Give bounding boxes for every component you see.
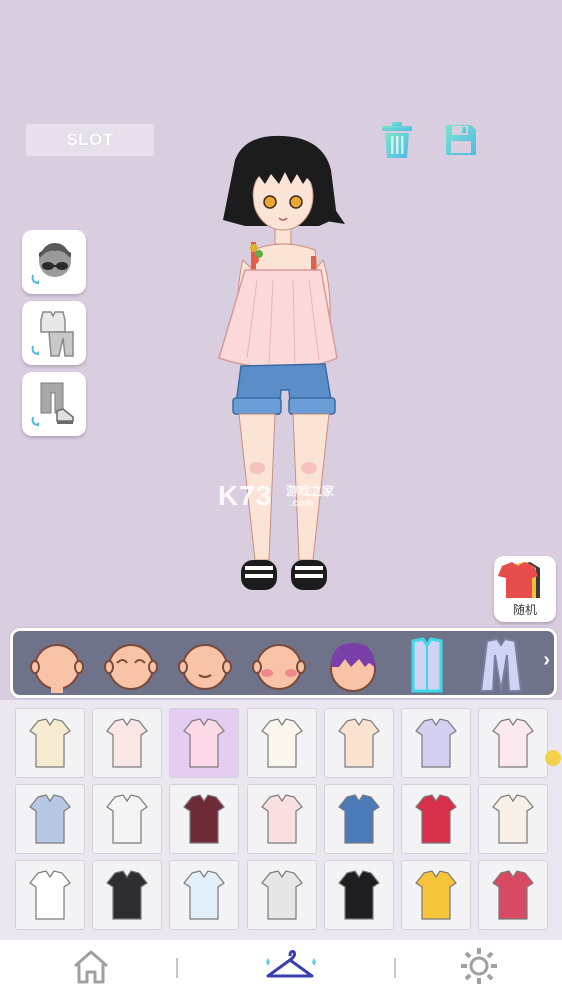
nav-divider: [394, 958, 396, 978]
black-vneck-icon: [338, 870, 380, 920]
watermark-domain: .com: [290, 498, 314, 509]
wardrobe-hanger-icon[interactable]: [260, 946, 320, 986]
item-grid: [0, 700, 562, 940]
item-lavender-halter[interactable]: [401, 708, 471, 778]
lace-camisole-icon: [183, 870, 225, 920]
red-tee-icon: [415, 794, 457, 844]
rainbow-crop-icon: [492, 794, 534, 844]
item-white-tee[interactable]: [15, 860, 85, 930]
white-collar-blouse-icon: [261, 718, 303, 768]
plaid-shirt-icon: [29, 794, 71, 844]
item-pink-collar-dress[interactable]: [247, 784, 317, 854]
heart-print-tee-icon: [492, 718, 534, 768]
accessory-toggle-button[interactable]: [22, 230, 86, 294]
burgundy-tank-icon: [183, 794, 225, 844]
gear-icon[interactable]: [454, 946, 504, 986]
bottom-nav: [0, 940, 562, 992]
category-tops[interactable]: [395, 635, 459, 695]
category-face-mouth[interactable]: [173, 635, 237, 695]
item-burgundy-tank[interactable]: [169, 784, 239, 854]
item-white-collar-blouse[interactable]: [247, 708, 317, 778]
nav-divider: [176, 958, 178, 978]
floral-crop-top-icon: [106, 718, 148, 768]
category-bar: ›: [10, 628, 557, 698]
yellow-tube-top-icon: [415, 870, 457, 920]
watermark-logo: K73: [218, 480, 273, 511]
save-icon[interactable]: [441, 120, 481, 160]
item-plaid-shirt[interactable]: [15, 784, 85, 854]
category-outerwear[interactable]: [469, 635, 533, 695]
item-rainbow-crop[interactable]: [478, 784, 548, 854]
item-black-bow-cardigan[interactable]: [92, 860, 162, 930]
item-pink-pleated-top[interactable]: [169, 708, 239, 778]
random-shirts-icon: [498, 562, 540, 598]
red-striped-shirt-icon: [492, 870, 534, 920]
category-face-eyes[interactable]: [99, 635, 163, 695]
pink-collar-dress-icon: [261, 794, 303, 844]
watermark: K73 游戏之家 .com: [218, 480, 334, 512]
trash-icon[interactable]: [377, 120, 417, 160]
white-tee-icon: [29, 870, 71, 920]
item-floral-crop-shirt[interactable]: [324, 708, 394, 778]
shirt-selected-icon: [411, 637, 443, 693]
item-striped-turtleneck[interactable]: [247, 860, 317, 930]
item-black-vneck[interactable]: [324, 860, 394, 930]
character-avatar: [218, 135, 345, 590]
coat-icon: [479, 637, 523, 692]
chevron-right-icon[interactable]: ›: [543, 649, 550, 672]
dress-up-stage: SLOT K73 游戏之家 .com 随机: [0, 0, 562, 630]
item-floral-crop-top[interactable]: [92, 708, 162, 778]
item-cream-dress[interactable]: [15, 708, 85, 778]
black-bow-cardigan-icon: [106, 870, 148, 920]
hair-icon: [330, 643, 376, 692]
glasses-head-icon: [31, 243, 71, 284]
slot-button[interactable]: SLOT: [26, 124, 154, 156]
home-icon[interactable]: [66, 946, 116, 986]
status-badge: [545, 750, 561, 766]
item-yellow-tube-top[interactable]: [401, 860, 471, 930]
random-label: 随机: [512, 603, 537, 617]
floral-crop-shirt-icon: [338, 718, 380, 768]
category-face-base[interactable]: [25, 635, 89, 695]
face-blush-icon: [252, 644, 306, 690]
item-red-tee[interactable]: [401, 784, 471, 854]
pants-shoes-icon: [31, 382, 74, 426]
category-hair[interactable]: [321, 635, 385, 695]
lavender-halter-icon: [415, 718, 457, 768]
item-heart-print-tee[interactable]: [478, 708, 548, 778]
striped-tank-icon: [338, 794, 380, 844]
item-bow-sailor-shirt[interactable]: [92, 784, 162, 854]
face-base-icon: [30, 644, 84, 693]
random-button[interactable]: 随机: [494, 556, 556, 622]
watermark-site: 游戏之家: [286, 484, 335, 498]
category-face-blush[interactable]: [247, 635, 311, 695]
item-red-striped-shirt[interactable]: [478, 860, 548, 930]
outfit-toggle-button[interactable]: [22, 301, 86, 365]
item-striped-tank[interactable]: [324, 784, 394, 854]
cream-dress-icon: [29, 718, 71, 768]
pink-pleated-top-icon: [183, 718, 225, 768]
face-mouth-icon: [178, 644, 232, 690]
shoes-toggle-button[interactable]: [22, 372, 86, 436]
bow-sailor-shirt-icon: [106, 794, 148, 844]
striped-turtleneck-icon: [261, 870, 303, 920]
face-eyes-icon: [104, 644, 158, 690]
item-lace-camisole[interactable]: [169, 860, 239, 930]
clothes-icon: [31, 311, 74, 357]
